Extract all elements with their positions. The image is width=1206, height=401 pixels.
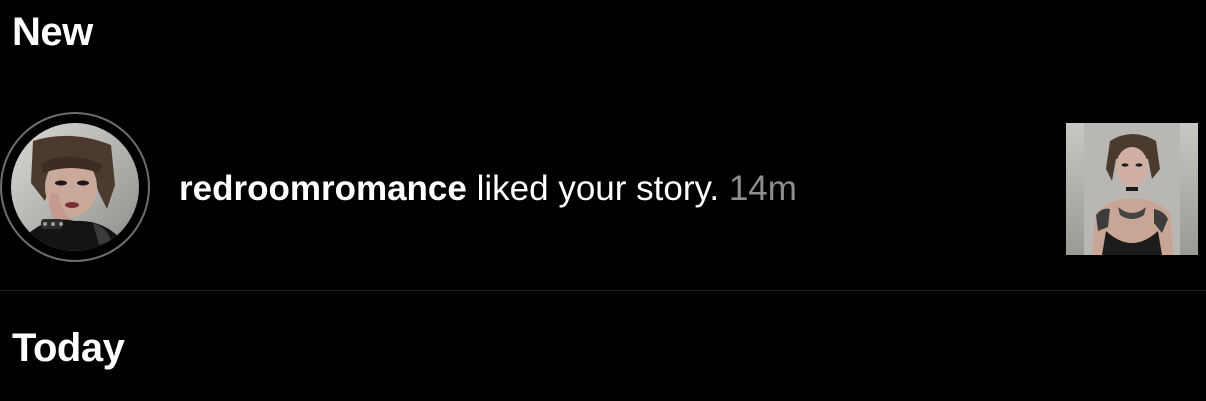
notification-row[interactable]: redroomromance liked your story. 14m [0,108,1206,268]
avatar[interactable] [11,123,139,251]
section-title-new: New [12,10,93,54]
notification-time: 14m [728,169,797,208]
story-thumbnail[interactable] [1066,123,1198,255]
notification-action: liked your story. [476,169,720,208]
section-divider [0,290,1206,291]
section-title-today: Today [12,326,125,370]
notification-username[interactable]: redroomromance [179,169,467,208]
notification-text: redroomromance liked your story. 14m [179,169,797,209]
